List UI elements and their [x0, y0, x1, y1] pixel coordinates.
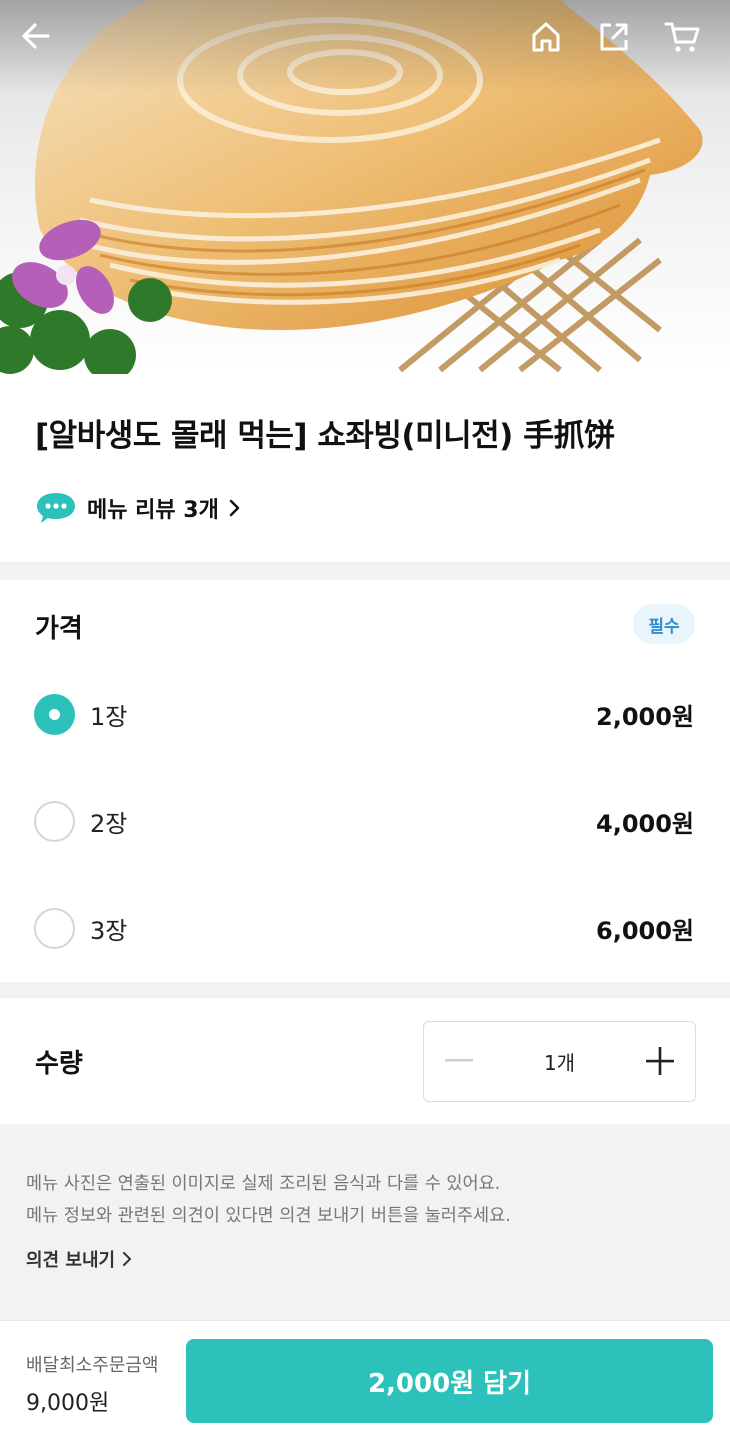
- menu-review-link[interactable]: 메뉴 리뷰 3개: [35, 488, 241, 528]
- notice-text-1: 메뉴 사진은 연출된 이미지로 실제 조리된 음식과 다를 수 있어요.: [26, 1174, 501, 1194]
- home-icon: [532, 22, 560, 52]
- min-order-value: 9,000원: [26, 1391, 110, 1416]
- menu-notice: 메뉴 사진은 연출된 이미지로 실제 조리된 음식과 다를 수 있어요. 메뉴 …: [0, 1124, 730, 1320]
- radio-selected-icon[interactable]: [34, 694, 75, 735]
- section-divider: [0, 562, 730, 580]
- menu-hero-image: [0, 0, 730, 374]
- send-feedback-label: 의견 보내기: [26, 1250, 116, 1271]
- option-label: 2장: [90, 810, 128, 838]
- quantity-stepper: 1개: [423, 1021, 696, 1102]
- increase-button[interactable]: [625, 1022, 695, 1100]
- minus-icon: [445, 1059, 473, 1062]
- option-price: 6,000원: [596, 917, 694, 945]
- option-label: 1장: [90, 703, 128, 731]
- price-option-3[interactable]: 3장 6,000원: [0, 875, 730, 982]
- required-badge: 필수: [633, 604, 695, 644]
- add-to-cart-button[interactable]: 2,000원 담기: [186, 1339, 713, 1423]
- option-label: 3장: [90, 917, 128, 945]
- section-divider: [0, 982, 730, 998]
- option-price: 2,000원: [596, 703, 694, 731]
- chevron-right-icon: [123, 1252, 132, 1266]
- option-price: 4,000원: [596, 810, 694, 838]
- min-order-label: 배달최소주문금액: [26, 1355, 159, 1376]
- price-option-1[interactable]: 1장 2,000원: [0, 661, 730, 768]
- menu-review-label: 메뉴 리뷰 3개: [87, 498, 219, 523]
- quantity-section-title: 수량: [35, 1049, 83, 1079]
- back-arrow-icon: [22, 23, 50, 49]
- decrease-button[interactable]: [424, 1022, 494, 1100]
- menu-info: [알바생도 몰래 먹는] 쇼좌빙(미니전) 手抓饼 메뉴 리뷰 3개: [0, 374, 730, 562]
- cart-icon: [664, 22, 700, 52]
- back-button[interactable]: [20, 20, 64, 64]
- plus-icon: [646, 1047, 674, 1075]
- radio-unselected-icon[interactable]: [34, 801, 75, 842]
- speech-bubble-icon: [37, 493, 75, 523]
- quantity-value: 1개: [543, 1050, 576, 1075]
- chevron-right-icon: [229, 499, 240, 517]
- price-option-group: 가격 필수 1장 2,000원 2장 4,000원 3장 6,000원: [0, 580, 730, 982]
- radio-unselected-icon[interactable]: [34, 908, 75, 949]
- send-feedback-link[interactable]: 의견 보내기: [26, 1246, 133, 1272]
- price-section-title: 가격: [35, 614, 83, 644]
- cart-button[interactable]: [664, 20, 708, 64]
- share-icon: [600, 23, 628, 51]
- order-bottom-bar: 배달최소주문금액 9,000원 2,000원 담기: [0, 1320, 730, 1440]
- quantity-section: 수량 1개: [0, 998, 730, 1124]
- price-option-2[interactable]: 2장 4,000원: [0, 768, 730, 875]
- home-button[interactable]: [529, 20, 573, 64]
- share-button[interactable]: [597, 20, 641, 64]
- notice-text-2: 메뉴 정보와 관련된 의견이 있다면 의견 보내기 버튼을 눌러주세요.: [26, 1206, 511, 1226]
- menu-title: [알바생도 몰래 먹는] 쇼좌빙(미니전) 手抓饼: [35, 418, 615, 454]
